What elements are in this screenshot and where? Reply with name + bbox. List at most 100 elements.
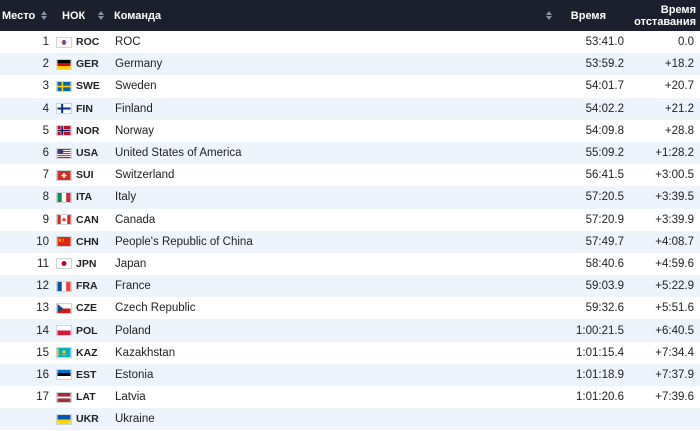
team-cell[interactable]: Ukraine (108, 413, 552, 425)
noc-cell: ITA (76, 191, 93, 204)
team-cell[interactable]: Latvia (108, 391, 552, 403)
time-cell: 1:01:20.6 (576, 391, 624, 404)
time-header-label: Время (570, 9, 606, 22)
table-row[interactable]: 5 NOR Norway 54:09.8 +28.8 (0, 119, 700, 142)
est-flag-icon (54, 369, 74, 381)
table-row[interactable]: 12 FRA France 59:03.9 +5:22.9 (0, 275, 700, 298)
gap-cell: +3:39.9 (655, 213, 694, 226)
gap-cell: 0.0 (678, 36, 694, 49)
team-cell[interactable]: Canada (108, 214, 552, 226)
table-row[interactable]: 15 KAZ Kazakhstan 1:01:15.4 +7:34.4 (0, 341, 700, 364)
team-cell[interactable]: Estonia (108, 369, 552, 381)
noc-cell: LAT (76, 391, 96, 404)
time-cell: 53:41.0 (585, 36, 624, 49)
sui-flag-icon (54, 169, 74, 181)
time-cell: 54:09.8 (585, 124, 624, 137)
table-row[interactable]: 3 SWE Sweden 54:01.7 +20.7 (0, 75, 700, 98)
gap-cell: +5:51.6 (655, 302, 694, 315)
noc-cell: NOR (76, 124, 100, 137)
time-cell: 1:00:21.5 (576, 324, 624, 337)
rank-cell: 8 (42, 191, 49, 204)
table-row[interactable]: 9 CAN Canada 57:20.9 +3:39.9 (0, 208, 700, 231)
noc-cell: GER (76, 58, 99, 71)
rank-cell: 12 (36, 280, 49, 293)
team-cell[interactable]: Italy (108, 191, 552, 203)
gap-cell: +3:00.5 (655, 169, 694, 182)
noc-cell: CAN (76, 213, 99, 226)
table-row[interactable]: 16 EST Estonia 1:01:18.9 +7:37.9 (0, 363, 700, 386)
team-cell[interactable]: Finland (108, 103, 552, 115)
noc-cell: EST (76, 368, 97, 381)
column-header-team[interactable]: Команда (108, 10, 552, 22)
noc-cell: UKR (76, 413, 99, 426)
team-cell[interactable]: Czech Republic (108, 302, 552, 314)
team-cell[interactable]: Norway (108, 125, 552, 137)
rank-cell: 16 (36, 368, 49, 381)
gap-cell: +7:39.6 (655, 391, 694, 404)
team-cell[interactable]: France (108, 280, 552, 292)
table-row[interactable]: 6 USA United States of America 55:09.2 +1:28… (0, 141, 700, 165)
column-header-noc[interactable]: НОК (54, 10, 108, 22)
table-row[interactable]: 7 SUI Switzerland 56:41.5 +3:00.5 (0, 164, 700, 187)
kaz-flag-icon (54, 347, 74, 359)
team-cell[interactable]: Kazakhstan (108, 347, 552, 359)
team-cell[interactable]: ROC (108, 36, 552, 48)
team-cell[interactable]: Japan (108, 258, 552, 270)
sort-icon[interactable] (98, 11, 104, 20)
fin-flag-icon (54, 103, 74, 115)
table-row[interactable]: 4 FIN Finland 54:02.2 +21.2 (0, 97, 700, 120)
rank-cell: 9 (42, 213, 49, 226)
time-cell: 1:01:18.9 (576, 368, 624, 381)
table-row[interactable]: 17 LAT Latvia 1:01:20.6 +7:39.6 (0, 386, 700, 409)
team-cell[interactable]: Switzerland (108, 169, 552, 181)
team-cell[interactable]: Sweden (108, 80, 552, 92)
time-cell: 57:49.7 (585, 235, 624, 248)
noc-cell: JPN (76, 257, 97, 270)
rank-cell: 14 (36, 324, 49, 337)
noc-cell: ROC (76, 36, 100, 49)
team-header-label: Команда (114, 9, 162, 22)
sort-icon[interactable] (41, 11, 48, 20)
table-row[interactable]: 11 JPN Japan 58:40.6 +4:59.6 (0, 252, 700, 276)
roc-flag-icon (54, 36, 74, 48)
rank-cell: 3 (42, 80, 49, 93)
time-cell: 57:20.9 (585, 213, 624, 226)
ita-flag-icon (54, 191, 74, 203)
time-cell: 54:01.7 (585, 80, 624, 93)
gap-cell: +1:28.2 (655, 147, 694, 160)
column-header-gap[interactable]: Время отставания (614, 4, 700, 28)
gap-cell: +4:59.6 (655, 257, 694, 270)
table-row[interactable]: 2 GER Germany 53:59.2 +18.2 (0, 53, 700, 76)
gap-cell: +7:34.4 (655, 346, 694, 359)
noc-cell: KAZ (76, 346, 98, 359)
table-row[interactable]: 8 ITA Italy 57:20.5 +3:39.5 (0, 186, 700, 209)
table-row[interactable]: 14 POL Poland 1:00:21.5 +6:40.5 (0, 319, 700, 342)
time-cell: 56:41.5 (585, 169, 624, 182)
gap-cell: +18.2 (664, 58, 694, 71)
rank-cell: 2 (42, 58, 49, 71)
rank-cell: 4 (42, 102, 49, 115)
time-cell: 59:03.9 (585, 280, 624, 293)
rank-cell: 15 (36, 346, 49, 359)
table-row[interactable]: 1 ROC ROC 53:41.0 0.0 (0, 31, 700, 54)
rank-cell: 13 (36, 302, 49, 315)
team-cell[interactable]: Poland (108, 325, 552, 337)
table-row[interactable]: 10 CHN People's Republic of China 57:49.7 +4… (0, 230, 700, 253)
table-row[interactable]: 13 CZE Czech Republic 59:32.6 +5:51.6 (0, 297, 700, 320)
team-cell[interactable]: United States of America (108, 147, 552, 159)
time-cell: 58:40.6 (585, 257, 624, 270)
gap-cell: +6:40.5 (655, 324, 694, 337)
rank-cell: 7 (42, 169, 49, 182)
column-header-place[interactable]: Место (0, 10, 54, 22)
table-row[interactable]: UKR Ukraine (0, 408, 700, 431)
gap-cell: +4:08.7 (655, 235, 694, 248)
time-cell: 54:02.2 (585, 102, 624, 115)
noc-cell: SUI (76, 169, 94, 182)
results-table: Место НОК Команда Время Время отставания… (0, 0, 700, 431)
team-cell[interactable]: Germany (108, 58, 552, 70)
team-cell[interactable]: People's Republic of China (108, 236, 552, 248)
place-header-label: Место (2, 9, 36, 22)
gap-header-label-line2: отставания (634, 15, 696, 28)
table-header: Место НОК Команда Время Время отставания (0, 0, 700, 31)
column-header-time[interactable]: Время (552, 10, 614, 22)
